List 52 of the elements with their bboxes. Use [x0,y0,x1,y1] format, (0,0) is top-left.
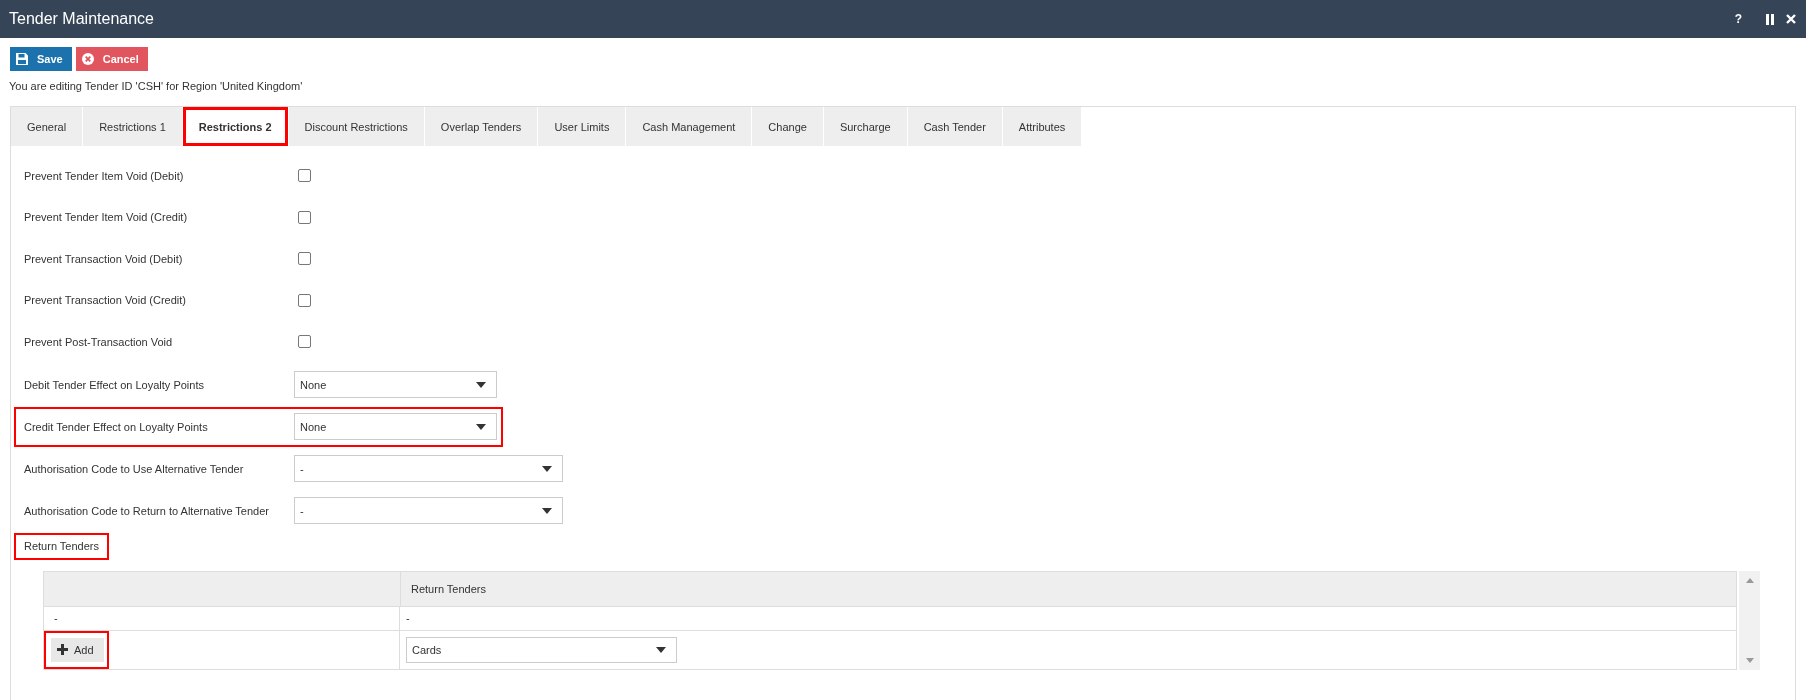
field-label: Prevent Tender Item Void (Credit) [24,211,189,224]
tab[interactable]: Discount Restrictions [288,107,424,146]
scroll-down-icon[interactable] [1745,657,1754,663]
tab[interactable]: Surcharge [823,107,907,146]
plus-icon [57,644,68,655]
context-text: You are editing Tender ID 'CSH' for Region 'United Kingdom' [9,80,304,93]
field-label: Prevent Transaction Void (Credit) [24,294,188,307]
window-title: Tender Maintenance [9,10,155,28]
tab[interactable]: Change [752,107,823,146]
checkbox[interactable] [298,293,311,307]
field-label: Prevent Post-Transaction Void [24,335,174,348]
help-button[interactable]: ? [1734,12,1742,26]
scrollbar[interactable] [1739,570,1760,670]
section-heading: Return Tenders [14,532,109,560]
field-label: Authorisation Code to Return to Alternative Tender [24,504,270,517]
caret-icon [542,465,552,472]
close-icon[interactable] [1786,14,1796,24]
checkbox[interactable] [298,335,311,349]
tab[interactable]: Cash Management [626,107,752,146]
tab[interactable]: Cash Tender [907,107,1002,146]
caret-icon [656,646,666,653]
field-label: Prevent Tender Item Void (Debit) [24,169,185,182]
tab[interactable]: Restrictions 2 [182,107,288,146]
field-label: Credit Tender Effect on Loyalty Points [24,420,209,433]
add-button[interactable]: Add [51,637,104,662]
checkbox[interactable] [298,252,311,266]
field-label: Debit Tender Effect on Loyalty Points [24,378,205,391]
cancel-button[interactable]: Cancel [75,47,148,71]
column-header: Return Tenders [411,582,486,595]
checkbox[interactable] [298,169,311,183]
caret-icon [476,423,486,430]
caret-icon [476,381,486,388]
dropdown[interactable]: None [294,413,497,440]
tab[interactable]: Attributes [1002,107,1082,146]
dropdown[interactable]: Cards [406,636,677,663]
save-button[interactable]: Save [10,47,72,71]
dropdown[interactable]: - [294,455,563,482]
dropdown[interactable]: - [294,497,563,524]
field-label: Authorisation Code to Use Alternative Tender [24,462,245,475]
tab[interactable]: User Limits [538,107,626,146]
table-cell: - [406,612,410,624]
tab[interactable]: Overlap Tenders [424,107,538,146]
checkbox[interactable] [298,210,311,224]
table-cell: - [54,612,58,624]
tab[interactable]: General [11,107,83,146]
tab[interactable]: Restrictions 1 [83,107,182,146]
cancel-icon [81,53,94,65]
scroll-up-icon[interactable] [1745,577,1754,583]
pause-icon[interactable] [1766,13,1774,25]
dropdown[interactable]: None [294,371,497,398]
field-label: Prevent Transaction Void (Debit) [24,252,184,265]
caret-icon [542,507,552,514]
